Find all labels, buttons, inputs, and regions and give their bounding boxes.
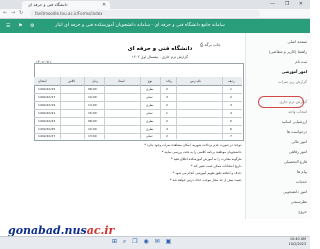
document-title: دانشگاه فنی و حرفه ای: [127, 46, 193, 52]
column-header: نام درس: [190, 79, 202, 83]
column-header: واحد: [166, 79, 172, 83]
sidebar-item-survey[interactable]: نظرسنجی: [247, 197, 307, 206]
document-subtitle: گزارش ترم جاری - نیمسال اول ۱۴۰۲: [131, 55, 189, 59]
table-cell: عملی: [146, 111, 154, 115]
schedule-table: [34, 63, 244, 141]
table-cell: 7: [230, 134, 232, 138]
column-header: نوع: [148, 79, 153, 83]
column-divider: [104, 77, 105, 139]
table-cell: 4: [230, 111, 232, 115]
reload-icon[interactable]: ↻: [19, 10, 23, 17]
sidebar-item-finance[interactable]: امور مالی: [247, 137, 307, 146]
column-divider: [176, 77, 177, 139]
sidebar-item-messages[interactable]: پیام ها: [247, 167, 307, 176]
table-cell: نظری: [146, 103, 154, 107]
table-cell: نظری: [146, 127, 154, 131]
sidebar-item-logout[interactable]: خروج: [247, 207, 307, 216]
table-cell: 3: [230, 103, 232, 107]
note-line: * تاریخ امتحانات ممکن است تغییر کند.: [190, 164, 242, 168]
table-cell: 2: [166, 119, 168, 123]
taskbar-clock: 10:40 AM 10/2/2023: [289, 237, 306, 247]
table-cell: 5: [230, 119, 232, 123]
sidebar-item-evaluation[interactable]: ارزشیابی اساتید: [247, 117, 307, 126]
table-cell: 08:00: [88, 119, 97, 123]
table-cell: 3: [166, 127, 168, 131]
print-button[interactable]: ⎙ چاپ برگه: [200, 42, 221, 47]
table-cell: 1: [166, 111, 168, 115]
sidebar-item-home[interactable]: صفحه اصلی: [247, 37, 307, 46]
table-cell: 6: [230, 127, 232, 131]
table-row: [34, 93, 242, 94]
table-cell: عملی: [146, 95, 154, 99]
note-line: * دانشجویان موظفند برنامه کلاسی را به دق…: [161, 150, 242, 154]
table-cell: 13:00: [88, 134, 97, 138]
column-header: زمان: [92, 79, 99, 83]
column-divider: [222, 77, 223, 139]
table-cell: 1: [230, 87, 232, 91]
sidebar-item-services[interactable]: خدمات: [247, 177, 307, 186]
browser-tab[interactable]: دانشگاه فنی و حرفه ای: [22, 1, 110, 9]
print-label: چاپ برگه: [204, 42, 221, 47]
tab-close-icon[interactable]: ✕: [102, 1, 106, 9]
table-cell: 08:00: [88, 87, 97, 91]
table-cell: 1402/10/21: [38, 111, 56, 115]
column-header: کلاس: [68, 79, 75, 83]
note-line: * غیبت بیش از حد مجاز موجب حذف درس خواهد…: [169, 178, 242, 182]
table-cell: 3: [166, 95, 168, 99]
note-line: * هرگونه مغایرت را به آموزش آموزشکده اطل…: [171, 157, 242, 161]
column-divider: [60, 77, 61, 139]
table-cell: 13:00: [88, 103, 97, 107]
table-header: [34, 77, 242, 86]
sidebar-item-course-select[interactable]: انتخاب واحد: [247, 107, 307, 116]
table-cell: 1402/10/27: [38, 134, 56, 138]
column-header: ردیف: [228, 79, 235, 83]
clock-date: 10/2/2023: [288, 242, 306, 246]
table-cell: 1402/10/19: [38, 103, 56, 107]
table-cell: 2: [166, 103, 168, 107]
table-cell: عملی: [146, 134, 154, 138]
sidebar-item-grades[interactable]: گزارش ریز نمرات: [247, 77, 307, 86]
table-cell: 1402/10/17: [38, 95, 56, 99]
table-cell: 10:00: [88, 127, 97, 131]
column-divider: [160, 77, 161, 139]
column-header: استاد: [118, 79, 125, 83]
header-icons[interactable]: ☰ ⚑ ⚙: [6, 19, 38, 33]
sidebar-item-student-affairs[interactable]: امور دانشجویی: [247, 187, 307, 196]
table-row: [34, 101, 242, 102]
column-divider: [140, 77, 141, 139]
taskbar-icons[interactable]: ⊞ ⌕ ❒ ◉ ✉ ▣: [112, 236, 173, 248]
note-line: * حذف و اضافه طبق تقویم آموزشی انجام می …: [172, 171, 242, 175]
sidebar-item-help[interactable]: راهنما (کاربر و متقاضی): [247, 47, 307, 56]
table-cell: 1402/10/15: [38, 87, 56, 91]
sidebar-item-education[interactable]: امور آموزشی: [247, 67, 307, 76]
back-icon[interactable]: ←: [3, 10, 7, 17]
sidebar-item-graduation[interactable]: فارغ التحصیلی: [247, 157, 307, 166]
window-controls[interactable]: — ❐ ✕: [270, 0, 307, 9]
table-cell: 2: [230, 95, 232, 99]
table-cell: 2: [166, 87, 168, 91]
table-cell: 15:00: [88, 111, 97, 115]
sidebar-item-register[interactable]: ثبت نام: [247, 57, 307, 66]
table-cell: نظری: [146, 119, 154, 123]
table-cell: 1402/10/25: [38, 127, 56, 131]
table-row: [34, 125, 242, 126]
sidebar-item-requests[interactable]: درخواست ها: [247, 127, 307, 136]
table-row: [34, 109, 242, 110]
table-cell: 2: [166, 134, 168, 138]
table-row: [34, 133, 242, 134]
column-divider: [84, 77, 85, 139]
address-bar[interactable]: fanitmoodle.tvu.ac.ir/Forms/index: [30, 10, 260, 17]
sidebar-item-welfare[interactable]: امور رفاهی: [247, 147, 307, 156]
table-cell: 1402/10/23: [38, 119, 56, 123]
site-title: سامانه جامع دانشگاه فنی و حرفه ای - ساما…: [55, 23, 225, 28]
table-cell: نظری: [146, 87, 154, 91]
table-cell: 10:00: [88, 95, 97, 99]
note-line: * توجه: در صورت عدم پرداخت شهریه، امکان …: [144, 143, 242, 147]
column-header: امتحان: [38, 79, 47, 83]
table-row: [34, 117, 242, 118]
forward-icon[interactable]: →: [11, 10, 15, 17]
